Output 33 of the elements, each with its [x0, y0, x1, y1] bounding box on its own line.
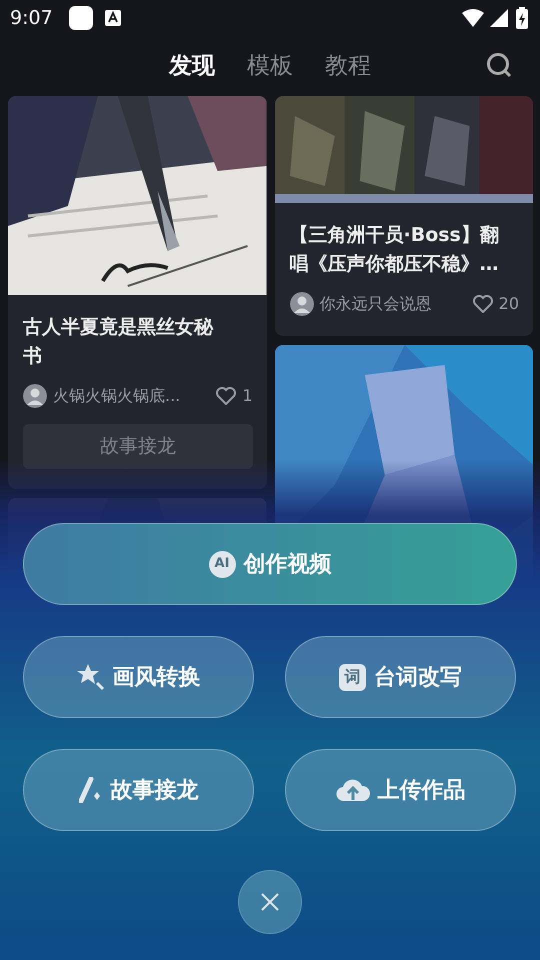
app-notification-icon — [68, 6, 93, 30]
author-name: 你永远只会说恩 — [320, 293, 432, 315]
pen-icon — [78, 777, 102, 803]
avatar — [290, 292, 314, 316]
action-button[interactable]: 画风转换 — [23, 636, 254, 718]
wifi-icon — [462, 9, 484, 27]
heart-icon[interactable] — [472, 295, 493, 313]
heart-icon[interactable] — [216, 387, 236, 405]
action-button[interactable]: 上传作品 — [285, 749, 516, 831]
signal-icon — [490, 9, 508, 27]
action-button[interactable]: 词 台词改写 — [285, 636, 516, 718]
like-count: 20 — [498, 293, 519, 315]
keyboard-notification-icon — [104, 10, 121, 26]
search-button[interactable] — [486, 52, 512, 78]
author-name: 火锅火锅火锅底... — [53, 385, 182, 407]
close-icon — [261, 893, 279, 911]
cloud-upload-icon — [336, 777, 370, 803]
tab[interactable]: 教程 — [317, 48, 379, 84]
star-wand-icon — [76, 663, 104, 691]
ai-icon: AI — [208, 550, 236, 578]
word-badge-icon: 词 — [339, 664, 366, 690]
post-card[interactable]: 【三角洲干员·Boss】翻唱《压声你都压不稳》… 你永远只会说恩 20 — [274, 96, 533, 336]
search-icon — [486, 52, 512, 78]
create-video-button[interactable]: AI 创作视频 — [23, 523, 517, 605]
like-count: 1 — [242, 385, 252, 407]
avatar — [23, 384, 47, 408]
action-button[interactable]: 故事接龙 — [23, 749, 254, 831]
post-title: 【三角洲干员·Boss】翻唱《压声你都压不稳》… — [288, 223, 500, 276]
post-title: 古人半夏竟是黑丝女秘书 — [22, 315, 214, 368]
tab[interactable]: 发现 — [161, 48, 223, 84]
battery-icon — [516, 7, 528, 29]
clock-text: 9:07 — [10, 6, 53, 31]
tab[interactable]: 模板 — [239, 48, 301, 84]
